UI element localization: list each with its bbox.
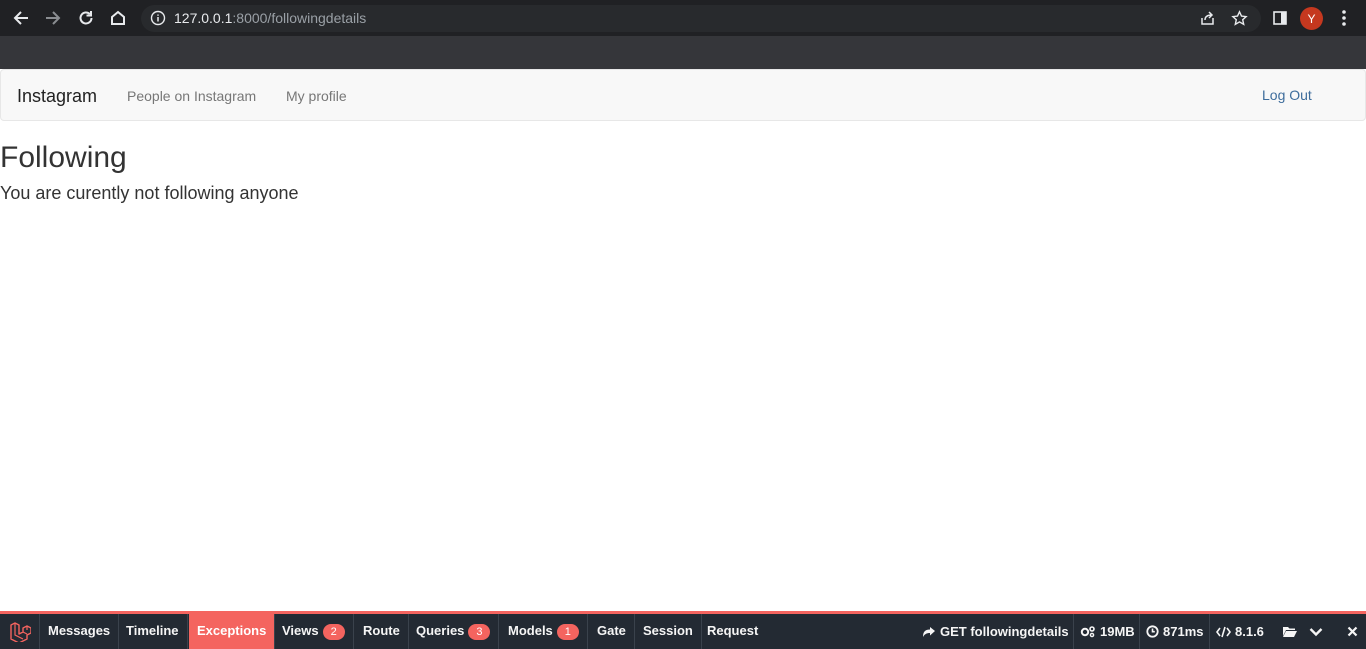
url-text: 127.0.0.1:8000/followingdetails bbox=[174, 10, 366, 27]
close-icon bbox=[1347, 626, 1357, 637]
debugbar: Messages Timeline Exceptions Views 2 Rout… bbox=[0, 611, 1366, 649]
browser-chrome: 127.0.0.1:8000/followingdetails Y bbox=[0, 0, 1366, 69]
home-button[interactable] bbox=[106, 6, 130, 30]
request-label: GET followingdetails bbox=[940, 623, 1069, 639]
debugbar-tab-timeline[interactable]: Timeline bbox=[118, 614, 188, 649]
nav-link-my-profile[interactable]: My profile bbox=[286, 88, 347, 105]
share-icon[interactable] bbox=[1199, 10, 1216, 27]
folder-open-icon bbox=[1283, 627, 1297, 637]
forward-arrow-icon bbox=[46, 11, 61, 25]
debugbar-logo[interactable] bbox=[0, 614, 40, 649]
url-host: 127.0.0.1 bbox=[174, 10, 233, 26]
code-icon bbox=[1216, 626, 1231, 637]
info-icon[interactable] bbox=[150, 10, 166, 26]
debugbar-tab-label: Views bbox=[282, 623, 319, 638]
debugbar-tab-label: Gate bbox=[597, 623, 626, 638]
app-navbar: Instagram People on Instagram My profile… bbox=[0, 69, 1366, 121]
models-count-badge: 1 bbox=[556, 624, 579, 640]
debugbar-minimize-button[interactable] bbox=[1303, 614, 1329, 649]
debugbar-open-button[interactable] bbox=[1277, 614, 1303, 649]
debugbar-tab-messages[interactable]: Messages bbox=[40, 614, 120, 649]
browser-menu-button[interactable] bbox=[1332, 6, 1356, 30]
time-value: 871ms bbox=[1163, 623, 1204, 639]
home-icon bbox=[111, 10, 125, 25]
views-count-badge: 2 bbox=[322, 624, 345, 640]
kebab-menu-icon bbox=[1342, 10, 1346, 26]
debugbar-tab-route[interactable]: Route bbox=[355, 614, 409, 649]
browser-toolbar: 127.0.0.1:8000/followingdetails Y bbox=[0, 0, 1366, 36]
debugbar-tab-label: Request bbox=[707, 623, 759, 638]
star-icon[interactable] bbox=[1231, 10, 1248, 27]
debugbar-time: 871ms bbox=[1139, 614, 1209, 649]
cogs-icon bbox=[1080, 626, 1095, 638]
debugbar-tab-session[interactable]: Session bbox=[635, 614, 702, 649]
address-bar[interactable]: 127.0.0.1:8000/followingdetails bbox=[141, 5, 1261, 32]
laravel-logo-icon bbox=[9, 621, 31, 642]
debugbar-memory: 19MB bbox=[1073, 614, 1141, 649]
debugbar-tab-label: Messages bbox=[48, 623, 111, 638]
side-panel-icon bbox=[1273, 11, 1287, 25]
back-arrow-icon bbox=[13, 11, 28, 25]
debugbar-request-info[interactable]: GET followingdetails bbox=[916, 614, 1075, 649]
debugbar-tab-label: Exceptions bbox=[197, 623, 267, 638]
debugbar-tab-queries[interactable]: Queries 3 bbox=[408, 614, 500, 649]
empty-state-message: You are curently not following anyone bbox=[0, 183, 299, 203]
queries-count-badge: 3 bbox=[468, 624, 491, 640]
clock-icon bbox=[1146, 625, 1159, 638]
url-path: :8000/followingdetails bbox=[232, 10, 367, 26]
debugbar-tab-views[interactable]: Views 2 bbox=[274, 614, 354, 649]
debugbar-tab-label: Session bbox=[643, 623, 693, 638]
debugbar-close-button[interactable] bbox=[1339, 614, 1365, 649]
debugbar-tab-label: Timeline bbox=[126, 623, 179, 638]
forward-button[interactable] bbox=[41, 6, 65, 30]
php-version-value: 8.1.6 bbox=[1235, 623, 1264, 639]
debugbar-tab-label: Queries bbox=[416, 623, 465, 638]
nav-link-people[interactable]: People on Instagram bbox=[127, 88, 256, 105]
chevron-down-icon bbox=[1309, 627, 1323, 636]
page-title: Following bbox=[0, 141, 127, 174]
navbar-brand[interactable]: Instagram bbox=[17, 85, 97, 107]
debugbar-tab-gate[interactable]: Gate bbox=[589, 614, 635, 649]
reload-icon bbox=[79, 11, 93, 25]
side-panel-button[interactable] bbox=[1268, 6, 1292, 30]
debugbar-tab-label: Models bbox=[508, 623, 553, 638]
reload-button[interactable] bbox=[74, 6, 98, 30]
debugbar-tab-request[interactable]: Request bbox=[699, 614, 766, 649]
debugbar-tab-label: Route bbox=[363, 623, 400, 638]
debugbar-php-version: 8.1.6 bbox=[1209, 614, 1270, 649]
back-button[interactable] bbox=[9, 6, 33, 30]
profile-avatar[interactable]: Y bbox=[1300, 7, 1323, 30]
debugbar-tab-models[interactable]: Models 1 bbox=[500, 614, 588, 649]
memory-value: 19MB bbox=[1100, 623, 1135, 639]
debugbar-tab-exceptions[interactable]: Exceptions bbox=[189, 614, 276, 649]
logout-link[interactable]: Log Out bbox=[1262, 87, 1312, 104]
share-arrow-icon bbox=[923, 626, 935, 637]
